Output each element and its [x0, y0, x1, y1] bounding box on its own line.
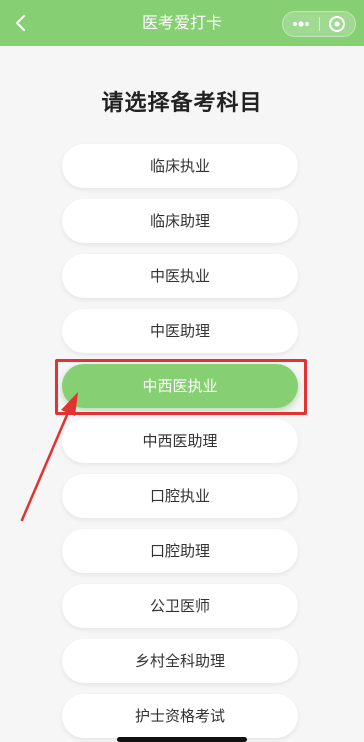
subject-option-tcm-practice[interactable]: 中医执业	[62, 254, 298, 298]
subject-option-dental-practice[interactable]: 口腔执业	[62, 474, 298, 518]
subject-option-nurse-qualification[interactable]: 护士资格考试	[62, 694, 298, 738]
home-indicator	[117, 737, 247, 742]
subject-option-integrated-assistant[interactable]: 中西医助理	[62, 419, 298, 463]
subject-option-clinical-practice[interactable]: 临床执业	[62, 144, 298, 188]
selection-highlight-box	[55, 359, 307, 415]
subject-option-clinical-assistant[interactable]: 临床助理	[62, 199, 298, 243]
subject-option-tcm-assistant[interactable]: 中医助理	[62, 309, 298, 353]
subject-option-public-health[interactable]: 公卫医师	[62, 584, 298, 628]
subject-option-rural-general-assistant[interactable]: 乡村全科助理	[62, 639, 298, 683]
subject-option-dental-assistant[interactable]: 口腔助理	[62, 529, 298, 573]
